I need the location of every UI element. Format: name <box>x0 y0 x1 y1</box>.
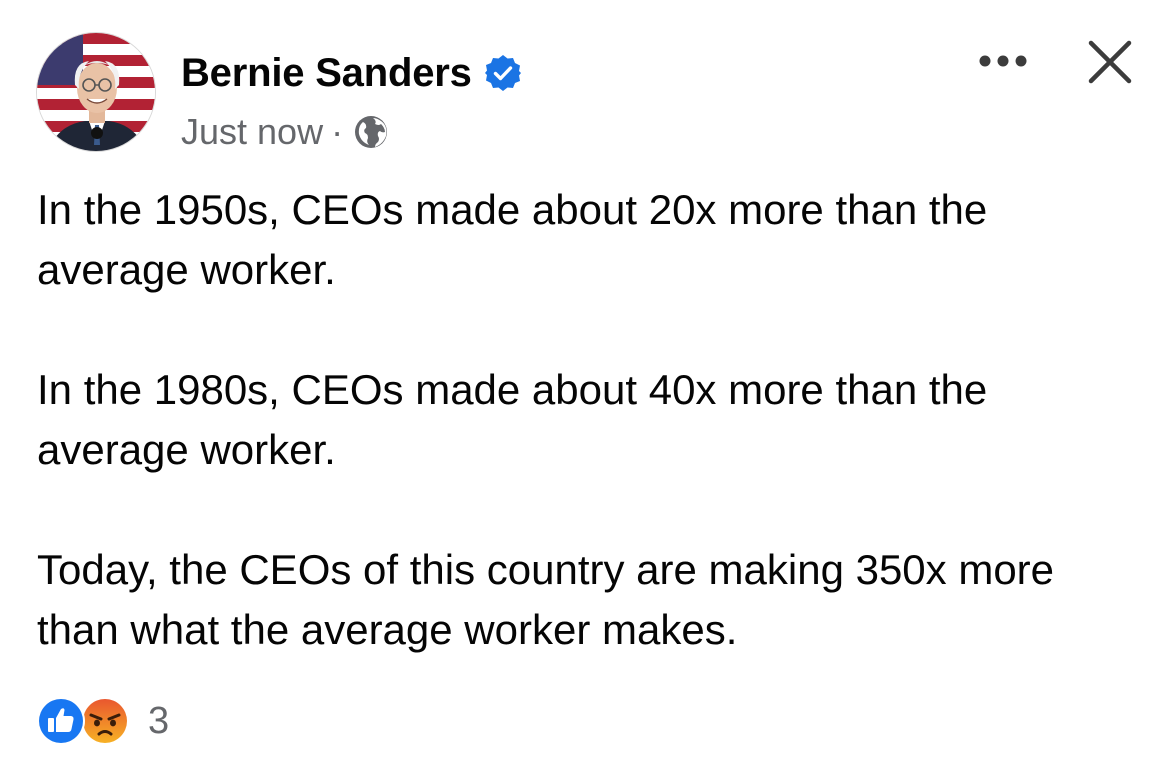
more-options-button[interactable] <box>970 38 1036 84</box>
meta-separator: · <box>331 111 344 152</box>
like-icon <box>36 696 86 746</box>
post-paragraph: Today, the CEOs of this country are maki… <box>37 546 1066 653</box>
post-paragraph: In the 1950s, CEOs made about 20x more t… <box>37 186 999 293</box>
avatar[interactable] <box>36 32 156 152</box>
timestamp[interactable]: Just now <box>181 111 323 153</box>
close-icon <box>1088 40 1132 84</box>
post-text: In the 1950s, CEOs made about 20x more t… <box>37 180 1137 660</box>
post-paragraph: In the 1980s, CEOs made about 40x more t… <box>37 366 999 473</box>
reaction-count[interactable]: 3 <box>148 700 169 743</box>
reaction-icons <box>36 696 136 746</box>
post-meta: Just now · <box>181 109 389 155</box>
close-button[interactable] <box>1080 32 1140 92</box>
verified-badge-icon <box>484 54 522 92</box>
angry-icon <box>80 696 130 746</box>
facebook-post: Bernie Sanders Just now · In the 1950s, … <box>0 0 1170 772</box>
reactions-summary[interactable]: 3 <box>36 696 169 746</box>
globe-icon[interactable] <box>353 114 389 150</box>
more-options-icon <box>979 55 1027 67</box>
author-name[interactable]: Bernie Sanders <box>181 51 472 96</box>
author-header: Bernie Sanders <box>181 48 522 98</box>
